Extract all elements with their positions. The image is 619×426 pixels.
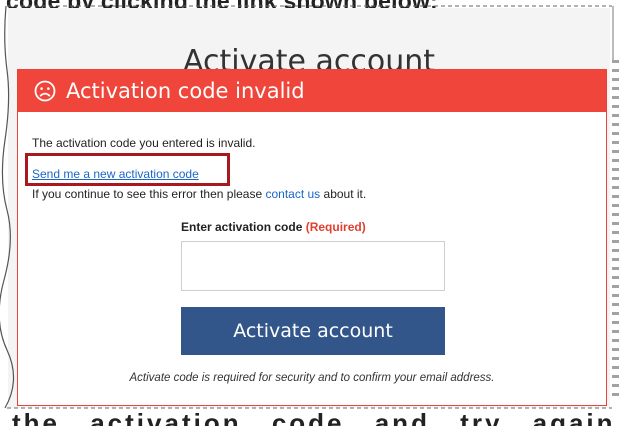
- footnote: Activate code is required for security a…: [129, 372, 495, 384]
- help-text: If you continue to see this error then p…: [32, 187, 366, 201]
- alert-title: Activation code invalid: [66, 79, 305, 103]
- required-marker: (Required): [305, 220, 366, 234]
- resend-code-link[interactable]: Send me a new activation code: [32, 167, 199, 181]
- background-text-bottom-line: the activation code and try again.: [12, 410, 612, 426]
- activation-code-input[interactable]: [181, 241, 445, 291]
- help-suffix: about it.: [320, 187, 367, 201]
- activation-panel: Activate account Activation code invalid…: [8, 8, 610, 408]
- contact-us-link[interactable]: contact us: [265, 187, 320, 201]
- frown-icon: [34, 80, 56, 102]
- help-prefix: If you continue to see this error then p…: [32, 187, 266, 201]
- activation-code-label-text: Enter activation code: [181, 220, 303, 234]
- alert-header: Activation code invalid: [18, 70, 606, 112]
- background-text-bottom: the activation code and try again.: [12, 410, 612, 426]
- alert-box: Activation code invalid The activation c…: [17, 69, 607, 406]
- activate-account-button[interactable]: Activate account: [181, 307, 445, 355]
- error-message: The activation code you entered is inval…: [32, 136, 256, 150]
- background-text-strip: [612, 60, 619, 400]
- activation-code-label: Enter activation code (Required): [181, 220, 366, 234]
